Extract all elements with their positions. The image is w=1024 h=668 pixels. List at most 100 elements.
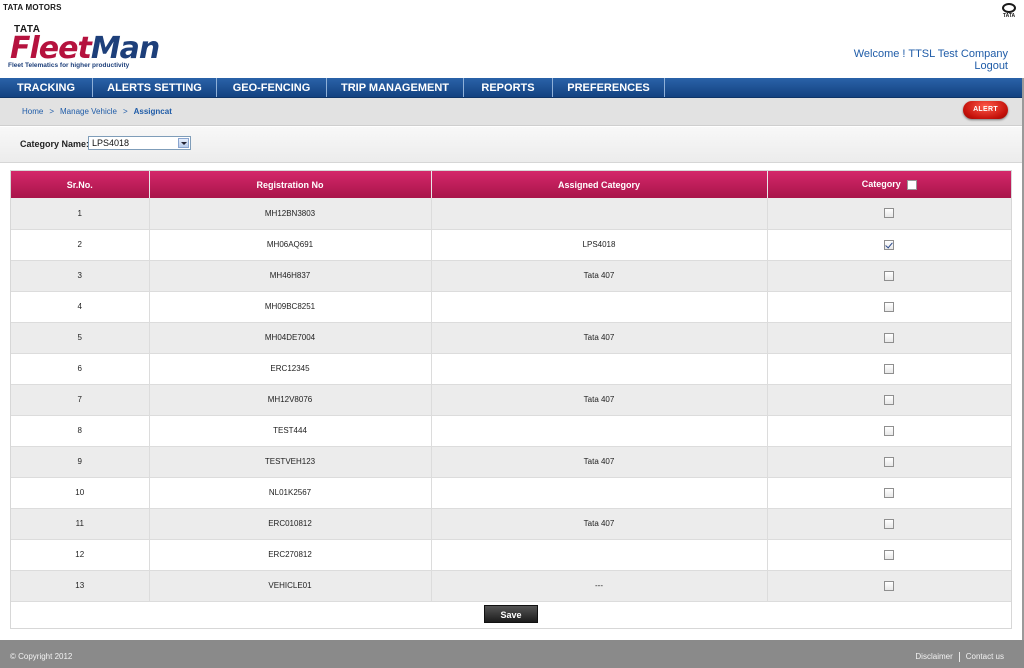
col-category-label: Category — [861, 179, 901, 190]
category-checkbox[interactable] — [884, 301, 895, 312]
cell-registration-no: MH46H837 — [149, 260, 432, 292]
category-checkbox[interactable] — [884, 332, 895, 343]
cell-registration-no: VEHICLE01 — [149, 570, 432, 602]
nav-tracking[interactable]: TRACKING — [0, 78, 93, 97]
main-nav: TRACKING ALERTS SETTING GEO-FENCING TRIP… — [0, 78, 1022, 98]
table-row: 1 MH12BN3803 — [11, 198, 1011, 230]
cell-category — [767, 415, 1011, 447]
cell-sr-no: 1 — [11, 198, 150, 230]
breadcrumb-home[interactable]: Home — [22, 107, 43, 116]
cell-category — [767, 477, 1011, 509]
footer: © Copyright 2012 Disclaimer Contact us — [0, 640, 1024, 668]
cell-sr-no: 13 — [11, 570, 150, 602]
table-row: 10 NL01K2567 — [11, 477, 1011, 509]
cell-assigned-category — [431, 477, 768, 509]
logo-fleet: Fleet — [10, 31, 92, 66]
cell-category — [767, 260, 1011, 292]
category-checkbox[interactable] — [884, 580, 895, 591]
col-registration-no: Registration No — [149, 171, 432, 198]
category-checkbox[interactable] — [884, 363, 895, 374]
cell-registration-no: MH06AQ691 — [149, 229, 432, 261]
select-all-checkbox[interactable] — [906, 179, 917, 190]
cell-category — [767, 322, 1011, 354]
table-row: 6 ERC12345 — [11, 353, 1011, 385]
tata-motors-label: TATA MOTORS — [3, 3, 62, 12]
disclaimer-link[interactable]: Disclaimer — [915, 652, 952, 661]
tata-mark-text: TATA — [1002, 13, 1016, 19]
logout-link[interactable]: Logout — [974, 60, 1008, 72]
table-row: 12 ERC270812 — [11, 539, 1011, 571]
copyright-text: © Copyright 2012 — [10, 652, 73, 661]
col-category: Category — [767, 171, 1011, 198]
cell-registration-no: MH09BC8251 — [149, 291, 432, 323]
nav-reports[interactable]: REPORTS — [464, 78, 553, 97]
breadcrumb: Home > Manage Vehicle > Assigncat — [22, 107, 172, 116]
cell-category — [767, 198, 1011, 230]
cell-sr-no: 7 — [11, 384, 150, 416]
category-checkbox[interactable] — [884, 425, 895, 436]
category-checkbox[interactable] — [884, 208, 895, 219]
alert-button[interactable]: ALERT — [963, 101, 1008, 119]
cell-sr-no: 3 — [11, 260, 150, 292]
cell-category — [767, 570, 1011, 602]
tata-logo-icon: TATA — [1000, 3, 1018, 19]
cell-category — [767, 353, 1011, 385]
category-checkbox[interactable] — [884, 487, 895, 498]
welcome-text: Welcome ! TTSL Test Company — [853, 48, 1008, 60]
category-checkbox[interactable] — [884, 394, 895, 405]
cell-sr-no: 5 — [11, 322, 150, 354]
cell-registration-no: MH12BN3803 — [149, 198, 432, 230]
header: TATA MOTORS TATA FleetMan Fleet Telemati… — [0, 0, 1024, 78]
breadcrumb-separator: > — [122, 107, 128, 116]
category-checkbox[interactable] — [884, 270, 895, 281]
cell-registration-no: ERC270812 — [149, 539, 432, 571]
col-sr-no: Sr.No. — [11, 171, 150, 198]
logo-tagline: Fleet Telematics for higher productivity — [8, 62, 130, 69]
cell-sr-no: 6 — [11, 353, 150, 385]
fleetman-logo[interactable]: TATA FleetMan Fleet Telematics for highe… — [8, 20, 160, 72]
cell-registration-no: ERC010812 — [149, 508, 432, 540]
cell-assigned-category: Tata 407 — [431, 260, 768, 292]
table-row: 9 TESTVEH123 Tata 407 — [11, 446, 1011, 478]
table-row: 3 MH46H837 Tata 407 — [11, 260, 1011, 292]
nav-alerts-setting[interactable]: ALERTS SETTING — [93, 78, 217, 97]
cell-assigned-category — [431, 353, 768, 385]
logo-man: Man — [90, 31, 160, 66]
category-name-label: Category Name: — [20, 139, 90, 149]
cell-sr-no: 9 — [11, 446, 150, 478]
nav-preferences[interactable]: PREFERENCES — [553, 78, 665, 97]
cell-registration-no: ERC12345 — [149, 353, 432, 385]
contact-us-link[interactable]: Contact us — [966, 652, 1004, 661]
table-row: 5 MH04DE7004 Tata 407 — [11, 322, 1011, 354]
table-row: 4 MH09BC8251 — [11, 291, 1011, 323]
dropdown-arrow-icon[interactable] — [178, 138, 189, 148]
cell-registration-no: NL01K2567 — [149, 477, 432, 509]
breadcrumb-manage-vehicle[interactable]: Manage Vehicle — [60, 107, 117, 116]
cell-sr-no: 4 — [11, 291, 150, 323]
category-checkbox[interactable] — [884, 239, 895, 250]
breadcrumb-separator: > — [49, 107, 55, 116]
cell-sr-no: 8 — [11, 415, 150, 447]
cell-category — [767, 539, 1011, 571]
table-row: 13 VEHICLE01 --- — [11, 570, 1011, 602]
cell-assigned-category: --- — [431, 570, 768, 602]
cell-category — [767, 384, 1011, 416]
cell-sr-no: 2 — [11, 229, 150, 261]
category-checkbox[interactable] — [884, 549, 895, 560]
category-selected-value: LPS4018 — [92, 138, 130, 148]
cell-assigned-category: LPS4018 — [431, 229, 768, 261]
cell-category — [767, 446, 1011, 478]
cell-category — [767, 291, 1011, 323]
footer-divider — [958, 652, 960, 662]
category-select[interactable]: LPS4018 — [88, 136, 191, 150]
category-filter-bar: Category Name: LPS4018 — [0, 127, 1022, 163]
nav-geo-fencing[interactable]: GEO-FENCING — [217, 78, 327, 97]
save-row: Save — [11, 601, 1011, 628]
nav-trip-management[interactable]: TRIP MANAGEMENT — [327, 78, 464, 97]
breadcrumb-bar: Home > Manage Vehicle > Assigncat ALERT — [0, 98, 1022, 126]
cell-assigned-category: Tata 407 — [431, 508, 768, 540]
table-row: 11 ERC010812 Tata 407 — [11, 508, 1011, 540]
category-checkbox[interactable] — [884, 518, 895, 529]
category-checkbox[interactable] — [884, 456, 895, 467]
save-button[interactable]: Save — [484, 604, 538, 623]
